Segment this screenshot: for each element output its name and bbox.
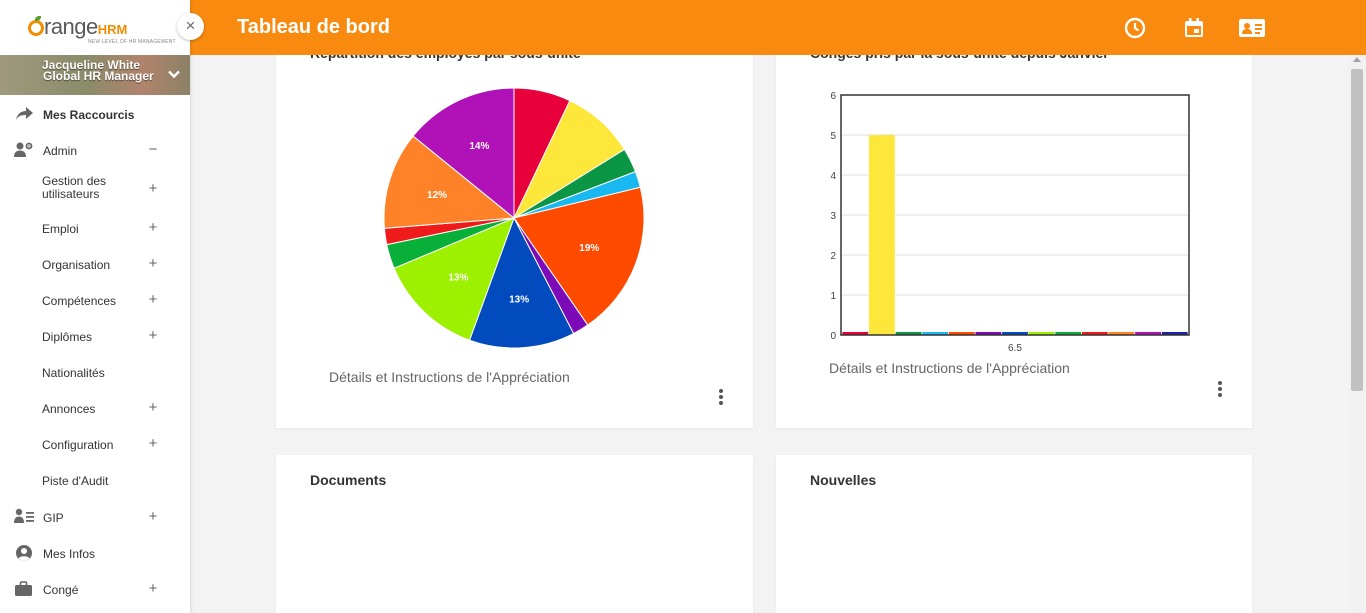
menu-mes-infos[interactable]: Mes Infos [0,542,190,566]
top-header-bar: Tableau de bord [190,0,1366,55]
expand-icon[interactable]: + [147,291,159,308]
more-options-icon[interactable] [715,387,727,407]
submenu-configuration[interactable]: Configuration + [0,433,190,459]
news-card: Nouvelles [776,455,1252,613]
leave-by-subunit-card: Congés pris par la sous-unité depuis Jan… [776,20,1252,428]
pie-slice-label: 19% [579,243,599,254]
more-options-icon[interactable] [1214,379,1226,399]
calendar-icon[interactable] [1181,15,1207,41]
submenu-gestion-utilisateurs[interactable]: Gestion des utilisateurs + [0,174,190,201]
menu-gip[interactable]: GIP + [0,506,190,530]
card-title: Nouvelles [810,472,877,488]
menu-label: Admin [43,144,78,158]
page-scrollbar[interactable] [1349,55,1366,613]
user-role: Global HR Manager [43,69,154,83]
menu-conge[interactable]: Congé + [0,578,190,602]
expand-icon[interactable]: + [147,580,159,597]
chevron-down-icon[interactable] [167,67,181,81]
y-tick-label: 4 [830,171,836,182]
clock-icon[interactable] [1122,15,1148,41]
expand-icon[interactable]: + [147,399,159,416]
briefcase-icon [15,581,32,596]
orange-logo-icon [28,16,44,36]
user-banner[interactable]: Jacqueline White Global HR Manager [0,55,190,95]
expand-icon[interactable]: + [147,255,159,272]
x-tick-label: 6.5 [1008,343,1022,354]
submenu-nationalites[interactable]: Nationalités [0,361,190,387]
sidebar: rangeHRM NEW LEVEL OF HR MANAGEMENT × Ja… [0,0,204,613]
logo-tagline: NEW LEVEL OF HR MANAGEMENT [88,39,176,45]
menu-label: GIP [43,511,64,525]
expand-icon[interactable]: + [147,435,159,452]
pie-slice-label: 13% [448,272,468,283]
submenu-emploi[interactable]: Emploi + [0,217,190,243]
menu-mes-raccourcis[interactable]: Mes Raccourcis [0,103,190,127]
submenu-organisation[interactable]: Organisation + [0,253,190,279]
page-title: Tableau de bord [237,16,390,38]
pie-slice-label: 14% [469,141,489,152]
card-subtitle[interactable]: Détails et Instructions de l'Appréciatio… [329,369,570,385]
bar[interactable] [869,135,895,335]
employee-distribution-card: Répartition des employés par sous-unité … [276,20,753,428]
expand-icon[interactable]: + [147,219,159,236]
y-tick-label: 1 [830,291,836,302]
menu-label: Congé [43,583,79,597]
menu-label: Mes Infos [43,547,96,561]
pie-slice-label: 13% [509,294,529,305]
menu-admin[interactable]: Admin − [0,139,190,163]
documents-card: Documents [276,455,753,613]
card-title: Documents [310,472,387,488]
brand-area: rangeHRM NEW LEVEL OF HR MANAGEMENT [0,0,190,55]
expand-icon[interactable]: + [147,327,159,344]
pie-chart: 19% 13% 13% 12% 14% [383,87,645,349]
expand-icon[interactable]: + [147,508,159,525]
y-tick-label: 5 [830,131,836,142]
share-arrow-icon [16,107,33,120]
users-gear-icon [14,142,33,157]
y-tick-label: 2 [830,251,836,262]
y-tick-label: 6 [830,91,836,102]
scrollbar-thumb[interactable] [1351,69,1363,391]
pie-slice-label: 12% [427,190,447,201]
scroll-up-arrow-icon[interactable] [1353,57,1361,62]
collapse-icon[interactable]: − [147,141,159,158]
submenu-competences[interactable]: Compétences + [0,289,190,315]
user-circle-icon [16,545,32,561]
close-sidebar-button[interactable]: × [177,13,204,40]
menu-label: Mes Raccourcis [43,108,135,122]
orangehrm-logo[interactable]: rangeHRM NEW LEVEL OF HR MANAGEMENT [28,14,176,45]
y-tick-label: 3 [830,211,836,222]
contact-card-icon[interactable] [1238,15,1266,41]
submenu-piste-audit[interactable]: Piste d'Audit [0,469,190,495]
user-list-icon [14,508,34,523]
submenu-diplomes[interactable]: Diplômes + [0,325,190,351]
submenu-annonces[interactable]: Annonces + [0,397,190,423]
y-tick-label: 0 [830,331,836,342]
expand-icon[interactable]: + [147,180,159,197]
card-subtitle[interactable]: Détails et Instructions de l'Appréciatio… [829,360,1070,376]
